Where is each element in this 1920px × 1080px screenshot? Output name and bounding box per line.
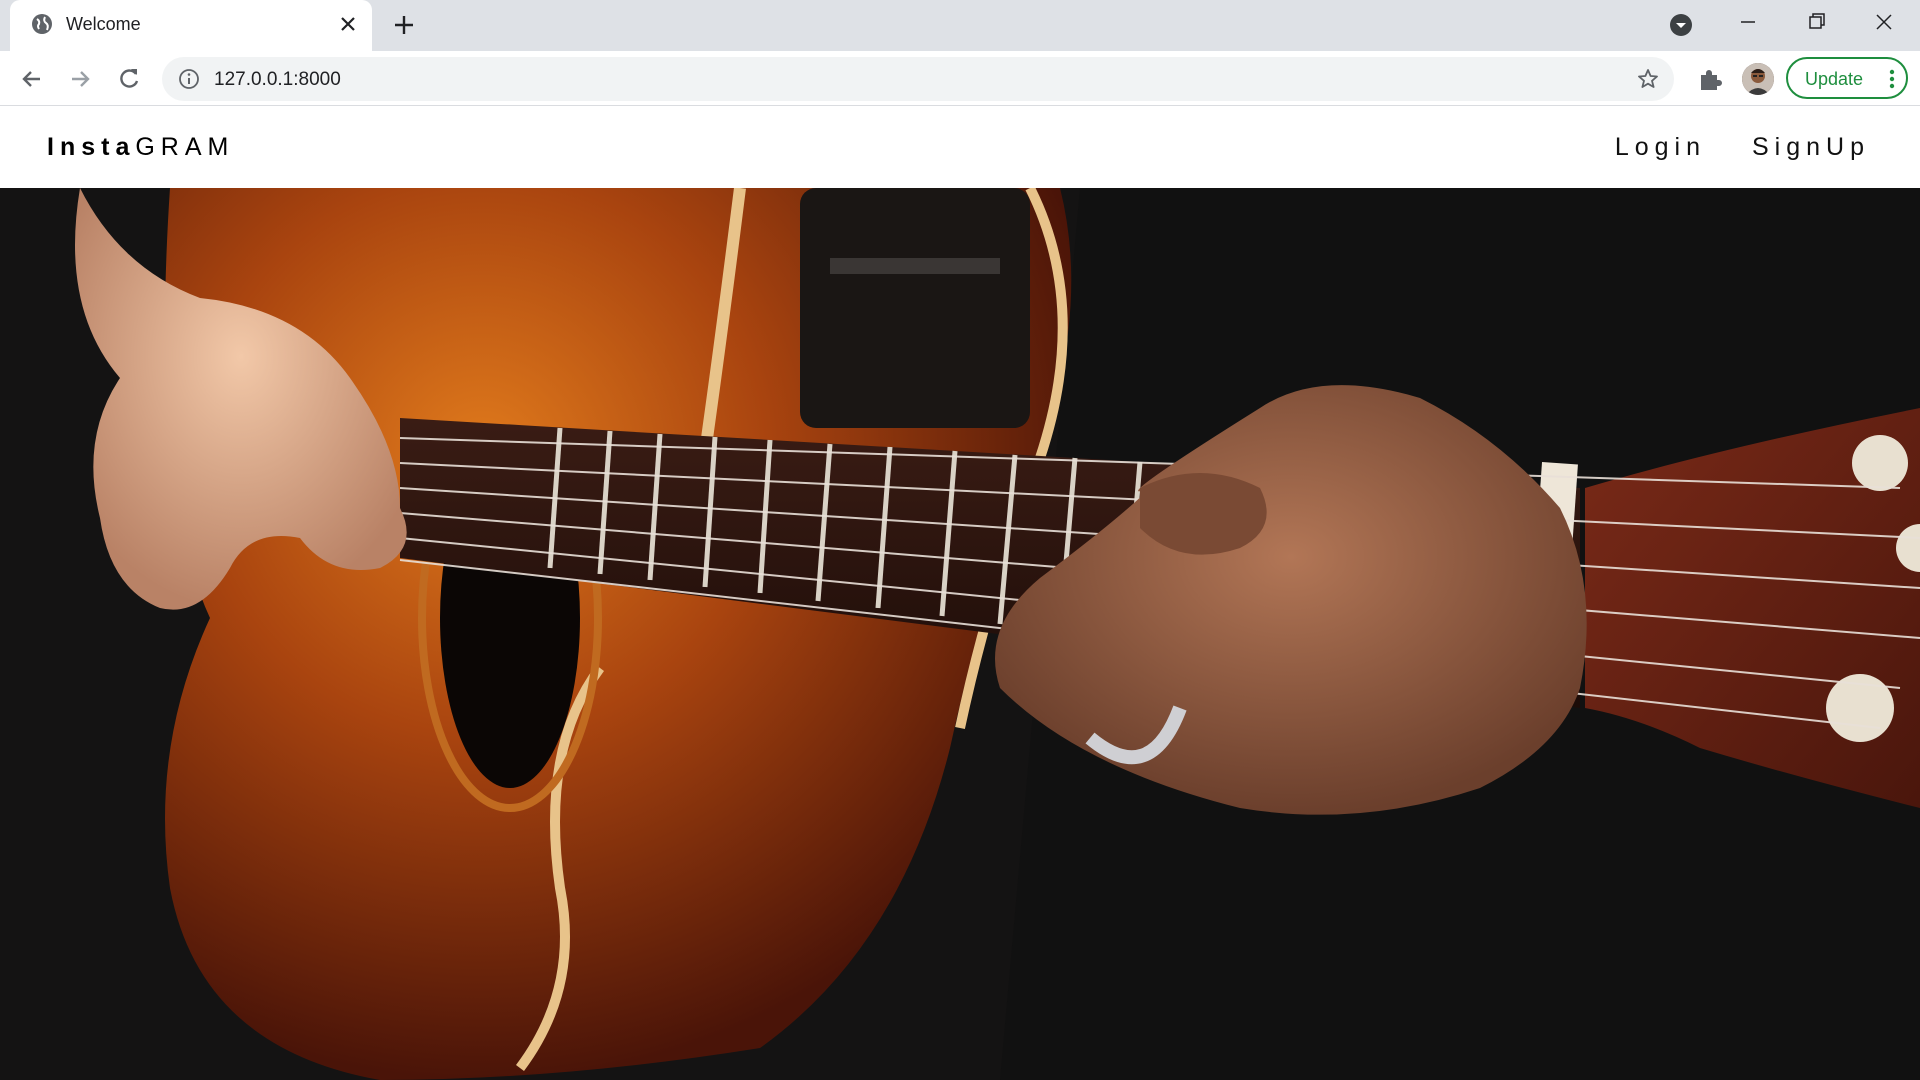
browser-toolbar: 127.0.0.1:8000 Update	[0, 51, 1920, 106]
tab-title: Welcome	[66, 14, 141, 34]
more-menu-icon[interactable]	[1886, 67, 1898, 91]
guitar-hero-illustration	[0, 188, 1920, 1080]
new-tab-icon[interactable]	[391, 12, 417, 38]
site-navbar: InstaGRAM Login SignUp	[0, 107, 1920, 188]
brand-rest-text: GRAM	[135, 133, 235, 161]
site-logo[interactable]: InstaGRAM	[47, 133, 234, 162]
browser-tab[interactable]: Welcome	[10, 0, 372, 51]
bookmark-star-icon[interactable]	[1636, 67, 1660, 91]
nav-links: Login SignUp	[1615, 133, 1870, 162]
tab-strip: Welcome	[0, 0, 1920, 51]
reload-icon[interactable]	[115, 65, 143, 93]
extensions-puzzle-icon[interactable]	[1696, 65, 1724, 93]
tab-search-icon[interactable]	[1668, 12, 1694, 38]
globe-icon	[32, 14, 52, 34]
update-button[interactable]: Update	[1786, 57, 1908, 99]
profile-avatar[interactable]	[1742, 63, 1774, 95]
signup-link[interactable]: SignUp	[1752, 133, 1870, 162]
hero-image	[0, 188, 1920, 1080]
close-tab-icon[interactable]	[337, 13, 359, 35]
login-link[interactable]: Login	[1615, 133, 1706, 162]
update-label: Update	[1805, 69, 1864, 89]
minimize-icon[interactable]	[1731, 8, 1765, 36]
window-close-icon[interactable]	[1867, 8, 1901, 36]
forward-icon[interactable]	[66, 65, 94, 93]
profile-avatar-icon	[1742, 63, 1774, 95]
back-icon[interactable]	[18, 65, 46, 93]
site-info-icon[interactable]	[178, 68, 200, 90]
url-text[interactable]: 127.0.0.1:8000	[214, 69, 341, 91]
address-bar[interactable]: 127.0.0.1:8000	[162, 57, 1674, 101]
brand-bold-text: Insta	[47, 133, 136, 161]
restore-icon[interactable]	[1799, 8, 1833, 36]
